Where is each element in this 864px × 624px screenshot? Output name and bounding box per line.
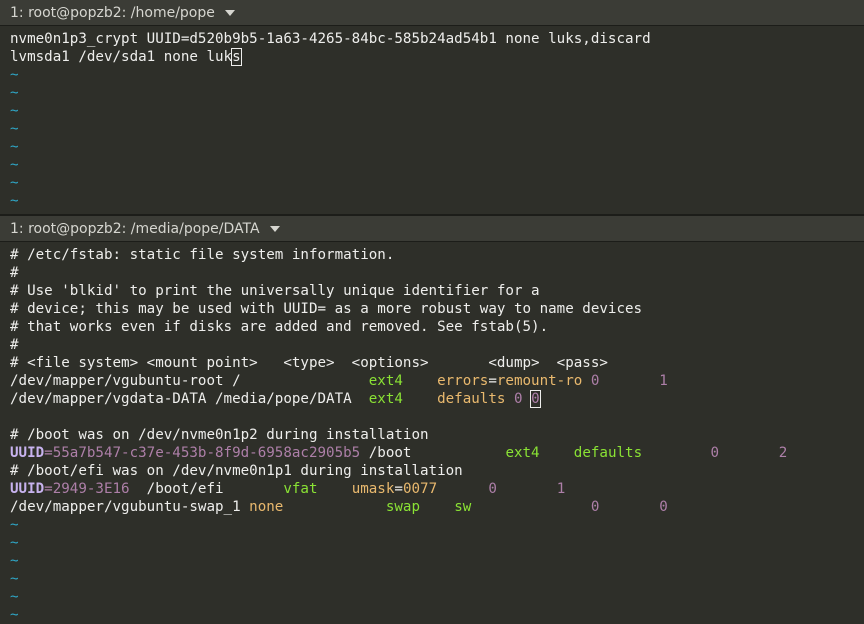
fstab-option: defaults	[573, 445, 643, 461]
fstab-option: defaults	[437, 391, 506, 407]
empty-line-marker: ~	[10, 175, 19, 191]
fstab-type: ext4	[368, 373, 403, 389]
empty-line-marker: ~	[10, 67, 19, 83]
empty-line-marker: ~	[10, 85, 19, 101]
fstab-uuid-key: UUID	[10, 445, 45, 461]
fstab-entry-boot: UUID=55a7b547-c37e-453b-8f9d-6958ac2905b…	[10, 444, 864, 462]
fstab-comment-line: # /boot was on /dev/nvme0n1p2 during ins…	[10, 427, 429, 443]
fstab-uuid-key: UUID	[10, 481, 45, 497]
fstab-mount: /boot/efi	[129, 481, 284, 497]
empty-line-marker: ~	[10, 535, 19, 551]
fstab-header-line: # <file system> <mount point> <type> <op…	[10, 355, 608, 371]
fstab-option-eq: =	[488, 373, 497, 389]
fstab-gap	[403, 373, 437, 389]
bottom-pane-title: 1: root@popzb2: /media/pope/DATA	[10, 220, 260, 237]
fstab-comment-line: # Use 'blkid' to print the universally u…	[10, 283, 540, 299]
text-cursor: 0	[530, 390, 541, 408]
fstab-comment-line: # /boot/efi was on /dev/nvme0n1p1 during…	[10, 463, 463, 479]
fstab-uuid-value: 2949-3E16	[52, 481, 130, 497]
top-terminal-pane[interactable]: 1: root@popzb2: /home/pope nvme0n1p3_cry…	[0, 0, 864, 214]
bottom-pane-titlebar[interactable]: 1: root@popzb2: /media/pope/DATA	[0, 216, 864, 242]
top-pane-titlebar[interactable]: 1: root@popzb2: /home/pope	[0, 0, 864, 26]
fstab-type: ext4	[505, 445, 540, 461]
fstab-option: 0077	[402, 481, 438, 497]
top-pane-title: 1: root@popzb2: /home/pope	[10, 4, 215, 21]
empty-line-marker: ~	[10, 589, 19, 605]
text-cursor: s	[231, 48, 242, 66]
fstab-type: swap	[385, 499, 421, 515]
fstab-uuid-eq: =	[44, 481, 53, 497]
fstab-device: /dev/mapper/vgubuntu-swap_1	[10, 499, 250, 515]
fstab-dump: 0	[582, 373, 600, 389]
fstab-comment-line: # device; this may be used with UUID= as…	[10, 301, 643, 317]
empty-line-marker: ~	[10, 139, 19, 155]
fstab-type: vfat	[283, 481, 318, 497]
empty-line-marker: ~	[10, 193, 19, 209]
fstab-comment-line: # /etc/fstab: static file system informa…	[10, 247, 395, 263]
empty-line-marker: ~	[10, 121, 19, 137]
fstab-dump: 0	[471, 499, 600, 515]
empty-line-marker: ~	[10, 607, 19, 623]
fstab-dump: 0	[437, 481, 497, 497]
empty-line-marker: ~	[10, 103, 19, 119]
fstab-option: sw	[454, 499, 472, 515]
fstab-device: /dev/mapper/vgubuntu-root /	[10, 373, 369, 389]
fstab-gap	[318, 481, 352, 497]
fstab-pass: 2	[719, 445, 788, 461]
bottom-pane-editor[interactable]: # /etc/fstab: static file system informa…	[0, 242, 864, 624]
fstab-gap	[420, 499, 454, 515]
fstab-dump: 0	[642, 445, 719, 461]
fstab-gap	[403, 391, 437, 407]
fstab-device: /dev/mapper/vgdata-DATA /media/pope/DATA	[10, 391, 369, 407]
chevron-down-icon[interactable]	[269, 225, 280, 232]
fstab-pass: 1	[599, 373, 668, 389]
editor-line-crypttab-1: nvme0n1p3_crypt UUID=d520b9b5-1a63-4265-…	[10, 31, 651, 47]
bottom-terminal-pane[interactable]: 1: root@popzb2: /media/pope/DATA # /etc/…	[0, 216, 864, 623]
fstab-option: umask	[351, 481, 395, 497]
fstab-mount: /boot	[360, 445, 506, 461]
fstab-comment-line: #	[10, 337, 19, 353]
fstab-comment-line: #	[10, 265, 19, 281]
empty-line-marker: ~	[10, 553, 19, 569]
empty-line-marker: ~	[10, 517, 19, 533]
editor-line-crypttab-2: lvmsda1 /dev/sda1 none luks	[10, 48, 864, 66]
fstab-gap	[540, 445, 574, 461]
fstab-uuid-value: 55a7b547-c37e-453b-8f9d-6958ac2905b5	[52, 445, 361, 461]
fstab-comment-line: # that works even if disks are added and…	[10, 319, 549, 335]
fstab-entry-swap: /dev/mapper/vgubuntu-swap_1 none swap sw…	[10, 498, 864, 516]
fstab-option: remount-ro	[496, 373, 583, 389]
top-pane-editor[interactable]: nvme0n1p3_crypt UUID=d520b9b5-1a63-4265-…	[0, 26, 864, 210]
fstab-mount: none	[249, 499, 284, 515]
chevron-down-icon[interactable]	[224, 9, 235, 16]
fstab-pass: 1	[496, 481, 566, 497]
fstab-type: ext4	[368, 391, 403, 407]
empty-line-marker: ~	[10, 157, 19, 173]
editor-line-text: lvmsda1 /dev/sda1 none luk	[10, 49, 233, 65]
fstab-option-eq: =	[394, 481, 403, 497]
fstab-dump: 0	[505, 391, 532, 407]
fstab-entry-data: /dev/mapper/vgdata-DATA /media/pope/DATA…	[10, 390, 864, 408]
fstab-pass: 0	[599, 499, 668, 515]
fstab-entry-root: /dev/mapper/vgubuntu-root / ext4 errors=…	[10, 372, 864, 390]
fstab-uuid-eq: =	[44, 445, 53, 461]
empty-line-marker: ~	[10, 571, 19, 587]
fstab-entry-efi: UUID=2949-3E16 /boot/efi vfat umask=0077…	[10, 480, 864, 498]
fstab-option: errors	[437, 373, 489, 389]
fstab-gap	[283, 499, 386, 515]
